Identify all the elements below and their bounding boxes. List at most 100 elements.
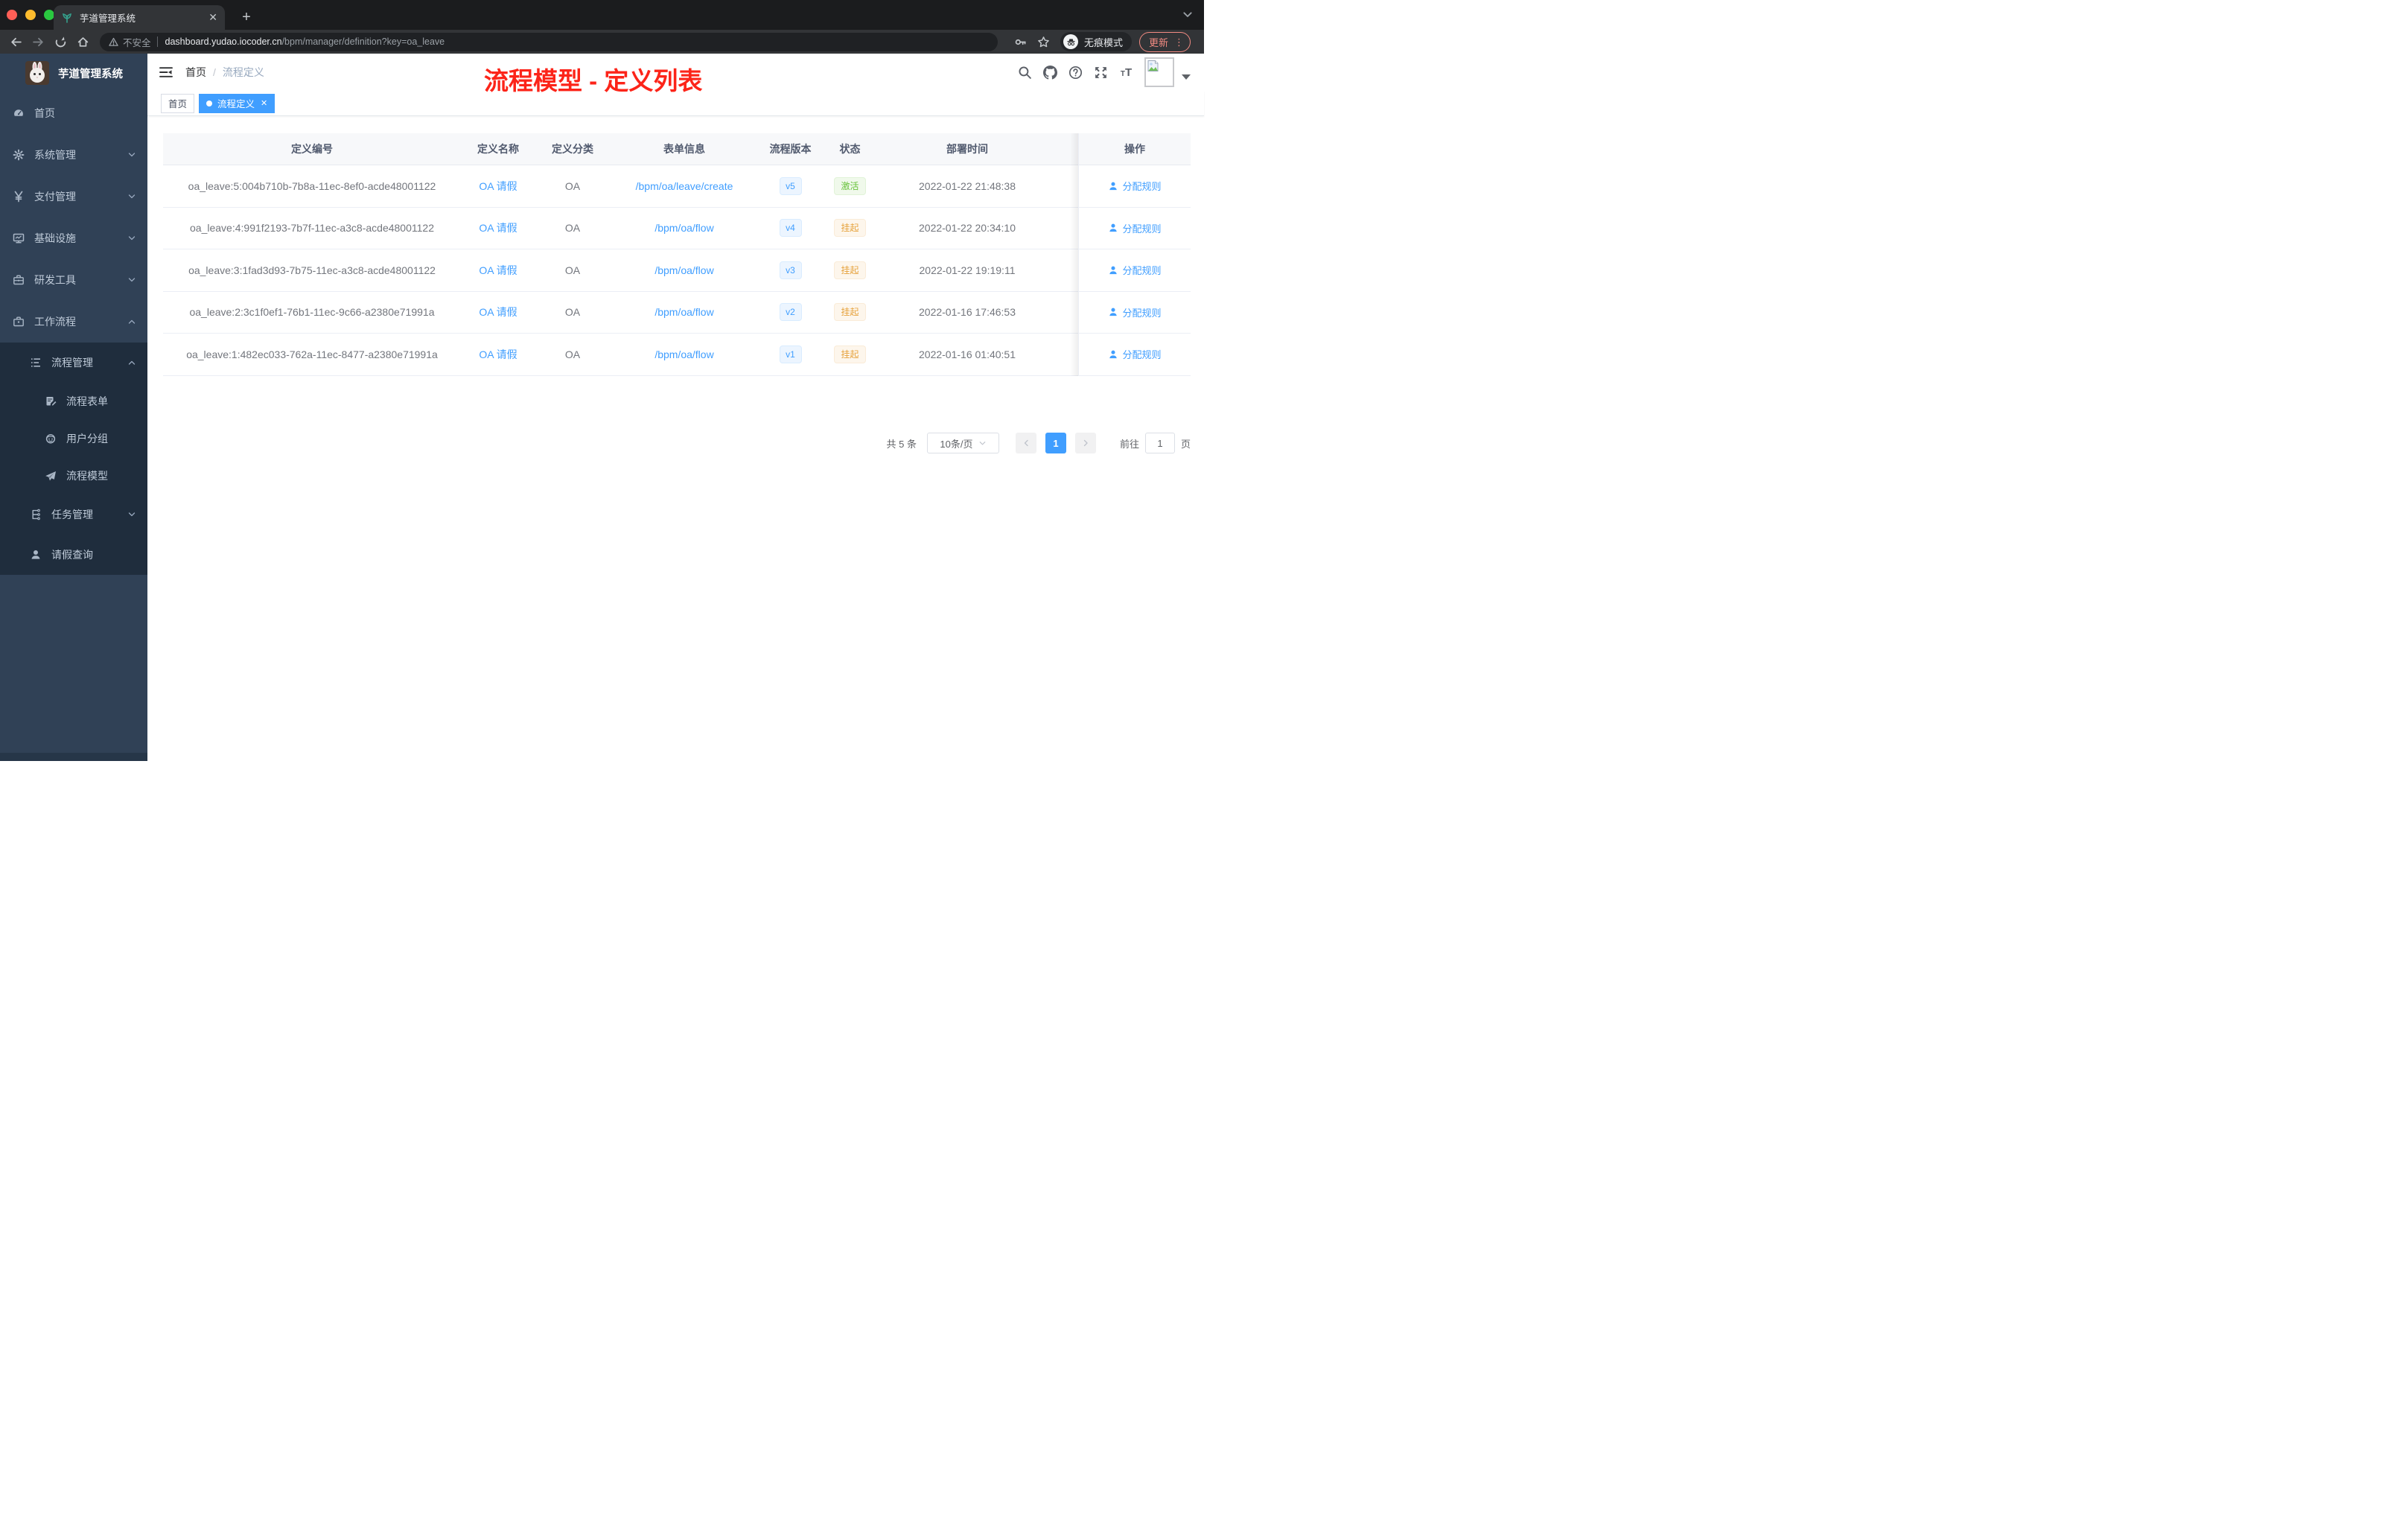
tag-close-icon[interactable]: ✕ bbox=[261, 98, 267, 108]
assign-rule-button[interactable]: 分配规则 bbox=[1079, 263, 1191, 278]
tab-close-icon[interactable]: ✕ bbox=[208, 11, 217, 24]
incognito-chip: 无痕模式 bbox=[1060, 32, 1133, 51]
goto-page-input[interactable] bbox=[1144, 433, 1175, 453]
toolbox-icon bbox=[13, 274, 25, 286]
cell-definition-name-link[interactable]: OA 请假 bbox=[461, 220, 535, 235]
cell-form-link[interactable]: /bpm/oa/flow bbox=[610, 348, 759, 360]
sidebar: 芋道管理系统 首页系统管理支付管理基础设施研发工具工作流程流程管理 流程表单 用户分… bbox=[0, 54, 147, 761]
sidebar-collapse-icon[interactable] bbox=[159, 65, 173, 80]
tag-0[interactable]: 首页 bbox=[161, 93, 195, 113]
cell-form-link[interactable]: /bpm/oa/flow bbox=[610, 306, 759, 318]
app-logo[interactable]: 芋道管理系统 bbox=[0, 54, 147, 92]
sidebar-item-8[interactable]: 用户分组 bbox=[0, 420, 147, 457]
sidebar-item-0[interactable]: 首页 bbox=[0, 92, 147, 134]
chevron-down-icon bbox=[127, 150, 136, 159]
cell-form-link[interactable]: /bpm/oa/flow bbox=[610, 264, 759, 276]
paper-plane-icon bbox=[45, 470, 57, 482]
app-title: 芋道管理系统 bbox=[58, 68, 123, 80]
assign-rule-button[interactable]: 分配规则 bbox=[1079, 221, 1191, 236]
url-path[interactable]: /bpm/manager/definition?key=oa_leave bbox=[282, 36, 445, 47]
page-size-select[interactable]: 10条/页 bbox=[926, 433, 999, 453]
help-icon[interactable] bbox=[1068, 66, 1083, 80]
back-icon[interactable] bbox=[10, 36, 22, 48]
col-header-2: 定义分类 bbox=[552, 143, 593, 155]
close-window-button[interactable] bbox=[7, 10, 17, 20]
sidebar-item-5[interactable]: 工作流程 bbox=[0, 301, 147, 343]
form-icon bbox=[45, 395, 57, 407]
sidebar-item-2[interactable]: 支付管理 bbox=[0, 176, 147, 217]
breadcrumb-home[interactable]: 首页 bbox=[185, 65, 206, 80]
next-page-button[interactable] bbox=[1074, 433, 1096, 453]
assign-rule-button[interactable]: 分配规则 bbox=[1079, 347, 1191, 362]
prev-page-button[interactable] bbox=[1015, 433, 1036, 453]
sidebar-item-11[interactable]: 请假查询 bbox=[0, 535, 147, 575]
cell-category: OA bbox=[564, 306, 581, 319]
bookmark-star-icon[interactable] bbox=[1037, 36, 1050, 48]
cell-definition-name-link[interactable]: OA 请假 bbox=[461, 305, 535, 319]
cell-version-tag: v5 bbox=[759, 176, 822, 195]
sidebar-item-10[interactable]: 任务管理 bbox=[0, 494, 147, 535]
font-size-icon[interactable]: TT bbox=[1119, 66, 1133, 80]
sidebar-item-label: 工作流程 bbox=[34, 316, 76, 328]
col-header-6: 部署时间 bbox=[946, 143, 988, 155]
url-bar[interactable]: 不安全 dashboard.yudao.iocoder.cn/bpm/manag… bbox=[100, 32, 998, 51]
sidebar-item-4[interactable]: 研发工具 bbox=[0, 259, 147, 301]
group-icon bbox=[45, 433, 57, 445]
cell-form-link[interactable]: /bpm/oa/leave/create bbox=[610, 180, 759, 192]
update-label: 更新 bbox=[1149, 36, 1169, 48]
browser-tab[interactable]: 芋道管理系统 ✕ bbox=[54, 5, 225, 30]
assign-rule-button[interactable]: 分配规则 bbox=[1079, 305, 1191, 320]
zoom-window-button[interactable] bbox=[44, 10, 54, 20]
table-header-row: 定义编号 定义名称 定义分类 表单信息 流程版本 状态 部署时间 操作 bbox=[163, 133, 1191, 165]
tab-search-caret-icon[interactable] bbox=[1182, 9, 1194, 21]
fullscreen-icon[interactable] bbox=[1094, 66, 1108, 80]
browser-menu-icon[interactable]: ⋮ bbox=[1174, 37, 1184, 47]
sidebar-item-3[interactable]: 基础设施 bbox=[0, 217, 147, 259]
table-row-1: oa_leave:4:991f2193-7b7f-11ec-a3c8-acde4… bbox=[163, 208, 1191, 249]
sidebar-item-7[interactable]: 流程表单 bbox=[0, 383, 147, 420]
security-label[interactable]: 不安全 bbox=[123, 35, 151, 49]
tag-1[interactable]: 流程定义 ✕ bbox=[199, 93, 275, 113]
password-key-icon[interactable] bbox=[1014, 36, 1027, 48]
search-icon[interactable] bbox=[1018, 66, 1032, 80]
assign-rule-button[interactable]: 分配规则 bbox=[1079, 179, 1191, 194]
traffic-lights bbox=[7, 10, 54, 20]
browser-chrome: 芋道管理系统 ✕ + 不安全 dashboard.yudao.iocoder.c… bbox=[0, 0, 1204, 54]
tag-label: 首页 bbox=[168, 99, 188, 109]
sidebar-item-6[interactable]: 流程管理 bbox=[0, 343, 147, 383]
new-tab-button[interactable]: + bbox=[235, 6, 258, 28]
cell-definition-id: oa_leave:2:3c1f0ef1-76b1-11ec-9c66-a2380… bbox=[189, 306, 435, 319]
home-icon[interactable] bbox=[77, 36, 89, 48]
breadcrumb: 首页 / 流程定义 bbox=[185, 65, 264, 80]
active-dot bbox=[206, 100, 213, 106]
table-row-4: oa_leave:1:482ec033-762a-11ec-8477-a2380… bbox=[163, 334, 1191, 376]
update-button[interactable]: 更新 ⋮ bbox=[1139, 31, 1191, 52]
avatar[interactable] bbox=[1144, 57, 1174, 87]
current-page-button[interactable]: 1 bbox=[1045, 433, 1066, 453]
cell-category: OA bbox=[564, 179, 581, 192]
breadcrumb-current: 流程定义 bbox=[222, 66, 264, 78]
col-header-4: 流程版本 bbox=[769, 143, 812, 155]
cell-definition-name-link[interactable]: OA 请假 bbox=[461, 347, 535, 362]
chevron-up-icon bbox=[127, 317, 136, 326]
chevron-down-icon bbox=[978, 439, 987, 448]
minimize-window-button[interactable] bbox=[25, 10, 36, 20]
incognito-label: 无痕模式 bbox=[1084, 36, 1124, 48]
sidebar-item-9[interactable]: 流程模型 bbox=[0, 457, 147, 494]
goto-label: 前往 bbox=[1119, 438, 1139, 450]
sidebar-item-label: 系统管理 bbox=[34, 149, 76, 161]
avatar-caret-icon[interactable] bbox=[1182, 74, 1191, 80]
table-row-3: oa_leave:2:3c1f0ef1-76b1-11ec-9c66-a2380… bbox=[163, 292, 1191, 334]
cell-definition-name-link[interactable]: OA 请假 bbox=[461, 263, 535, 278]
github-icon[interactable] bbox=[1043, 65, 1057, 80]
cell-form-link[interactable]: /bpm/oa/flow bbox=[610, 222, 759, 234]
forward-icon[interactable] bbox=[32, 36, 45, 48]
sidebar-item-label: 基础设施 bbox=[34, 232, 76, 244]
sidebar-item-label: 流程模型 bbox=[66, 470, 108, 482]
reload-icon[interactable] bbox=[54, 36, 67, 48]
main-area: 首页 / 流程定义 T T 流程模型 - 定义列表 首页 流程定义 ✕ 定义编号… bbox=[147, 54, 1204, 761]
url-domain[interactable]: dashboard.yudao.iocoder.cn bbox=[165, 36, 282, 47]
sidebar-item-1[interactable]: 系统管理 bbox=[0, 134, 147, 176]
cell-definition-name-link[interactable]: OA 请假 bbox=[461, 179, 535, 194]
page-size-value: 10条/页 bbox=[940, 438, 973, 450]
